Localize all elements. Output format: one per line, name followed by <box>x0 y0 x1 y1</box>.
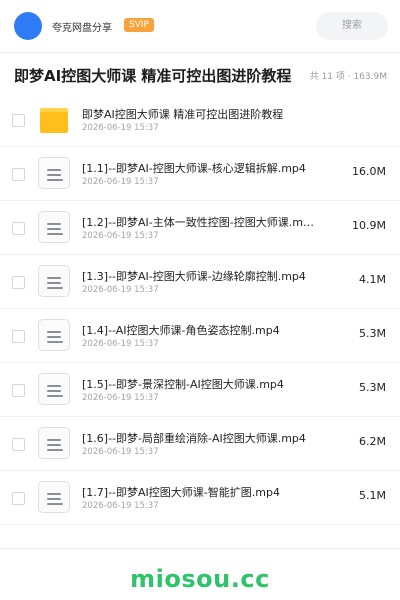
header-divider <box>0 52 400 53</box>
footer: miosou.cc <box>0 548 400 600</box>
file-date: 2026-06-19 15:37 <box>82 447 159 457</box>
row-checkbox[interactable] <box>12 492 25 505</box>
file-date: 2026-06-19 15:37 <box>82 393 159 403</box>
file-size: 5.3M <box>359 327 386 340</box>
file-name[interactable]: [1.7]--即梦AI控图大师课-智能扩图.mp4 <box>82 484 314 500</box>
file-icon <box>38 211 70 243</box>
row-checkbox[interactable] <box>12 384 25 397</box>
file-count-summary: 共 11 项 · 163.9M <box>309 72 387 82</box>
page-title: 即梦AI控图大师课 精准可控出图进阶教程 <box>14 67 292 85</box>
row-checkbox[interactable] <box>12 330 25 343</box>
file-row[interactable]: [1.6]--即梦-局部重绘消除-AI控图大师课.mp4 2026-06-19 … <box>0 417 400 471</box>
file-date: 2026-06-19 15:37 <box>82 231 159 241</box>
file-date: 2026-06-19 15:37 <box>82 123 159 133</box>
file-row[interactable]: [1.2]--即梦AI-主体一致性控图-控图大师课.mp4 2026-06-19… <box>0 201 400 255</box>
folder-row[interactable]: 即梦AI控图大师课 精准可控出图进阶教程 2026-06-19 15:37 <box>0 93 400 147</box>
file-name[interactable]: [1.3]--即梦AI-控图大师课-边缘轮廓控制.mp4 <box>82 268 314 284</box>
file-row[interactable]: [1.3]--即梦AI-控图大师课-边缘轮廓控制.mp4 2026-06-19 … <box>0 255 400 309</box>
file-name[interactable]: [1.6]--即梦-局部重绘消除-AI控图大师课.mp4 <box>82 430 314 446</box>
file-date: 2026-06-19 15:37 <box>82 339 159 349</box>
row-checkbox[interactable] <box>12 438 25 451</box>
folder-icon <box>38 103 70 135</box>
file-size: 5.3M <box>359 381 386 394</box>
search-input[interactable]: 搜索 <box>316 12 388 40</box>
row-checkbox[interactable] <box>12 276 25 289</box>
file-date: 2026-06-19 15:37 <box>82 285 159 295</box>
row-checkbox[interactable] <box>12 168 25 181</box>
file-name[interactable]: [1.5]--即梦-景深控制-AI控图大师课.mp4 <box>82 376 314 392</box>
svip-badge: SVIP <box>124 18 154 32</box>
file-icon <box>38 481 70 513</box>
row-checkbox[interactable] <box>12 114 25 127</box>
file-name[interactable]: [1.2]--即梦AI-主体一致性控图-控图大师课.mp4 <box>82 214 314 230</box>
file-name[interactable]: 即梦AI控图大师课 精准可控出图进阶教程 <box>82 106 314 122</box>
watermark: miosou.cc <box>130 565 270 593</box>
username[interactable]: 夸克网盘分享 <box>52 19 112 34</box>
file-size: 16.0M <box>352 165 386 178</box>
file-size: 6.2M <box>359 435 386 448</box>
file-date: 2026-06-19 15:37 <box>82 501 159 511</box>
file-list: 即梦AI控图大师课 精准可控出图进阶教程 2026-06-19 15:37 [1… <box>0 93 400 525</box>
file-row[interactable]: [1.1]--即梦AI-控图大师课-核心逻辑拆解.mp4 2026-06-19 … <box>0 147 400 201</box>
file-size: 5.1M <box>359 489 386 502</box>
file-date: 2026-06-19 15:37 <box>82 177 159 187</box>
title-row: 即梦AI控图大师课 精准可控出图进阶教程 共 11 项 · 163.9M <box>0 56 400 96</box>
file-name[interactable]: [1.4]--AI控图大师课-角色姿态控制.mp4 <box>82 322 314 338</box>
file-size: 4.1M <box>359 273 386 286</box>
file-icon <box>38 157 70 189</box>
file-row[interactable]: [1.7]--即梦AI控图大师课-智能扩图.mp4 2026-06-19 15:… <box>0 471 400 525</box>
row-checkbox[interactable] <box>12 222 25 235</box>
file-size: 10.9M <box>352 219 386 232</box>
file-name[interactable]: [1.1]--即梦AI-控图大师课-核心逻辑拆解.mp4 <box>82 160 314 176</box>
file-icon <box>38 319 70 351</box>
file-icon <box>38 373 70 405</box>
file-icon <box>38 265 70 297</box>
file-icon <box>38 427 70 459</box>
avatar[interactable] <box>14 12 42 40</box>
file-row[interactable]: [1.4]--AI控图大师课-角色姿态控制.mp4 2026-06-19 15:… <box>0 309 400 363</box>
file-row[interactable]: [1.5]--即梦-景深控制-AI控图大师课.mp4 2026-06-19 15… <box>0 363 400 417</box>
header: 夸克网盘分享 SVIP 搜索 <box>0 0 400 52</box>
